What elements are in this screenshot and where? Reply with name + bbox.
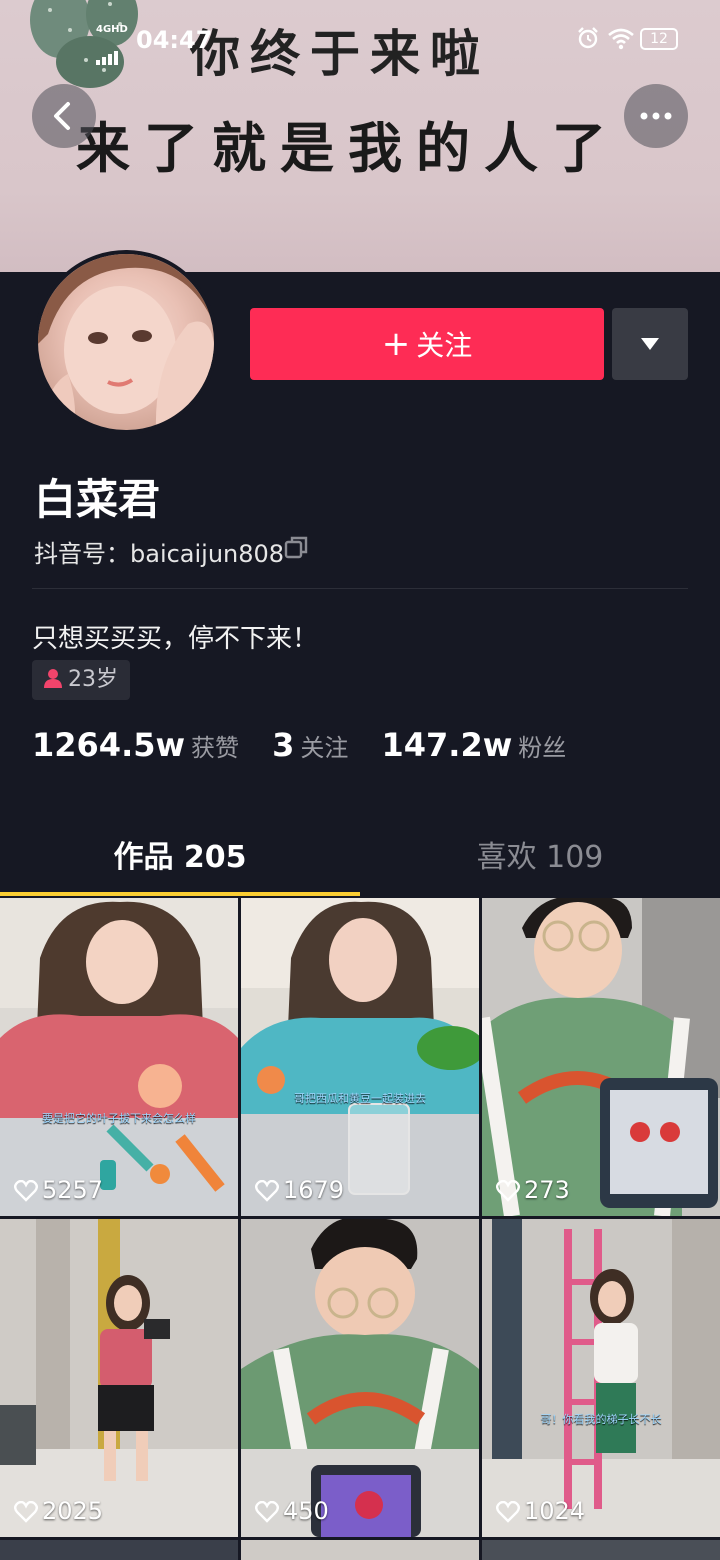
nickname: 白菜君 <box>34 475 161 524</box>
video-tile[interactable] <box>241 1540 479 1560</box>
heart-icon <box>255 1179 279 1202</box>
stat-value: 147.2w <box>381 726 513 764</box>
age-label: 23岁 <box>68 667 118 692</box>
recommend-dropdown-button[interactable] <box>612 308 688 380</box>
signal-icon: 4GHD <box>96 24 128 65</box>
video-like-count: 5257 <box>14 1176 103 1204</box>
stat-following[interactable]: 3 关注 <box>272 726 348 764</box>
stat-followers[interactable]: 147.2w 粉丝 <box>382 726 567 764</box>
video-thumbnail <box>241 898 479 1216</box>
like-count-value: 450 <box>283 1497 329 1525</box>
stat-value: 1264.5w <box>32 726 186 764</box>
more-dots-icon <box>640 112 672 120</box>
battery-icon: 12 <box>640 28 678 50</box>
video-like-count: 2025 <box>14 1497 103 1525</box>
account-id: 抖音号：baicaijun808 <box>34 540 285 568</box>
plus-icon: + <box>381 324 411 364</box>
avatar-portrait <box>38 254 214 430</box>
video-tile[interactable]: 2025 <box>0 1219 238 1537</box>
wifi-icon <box>608 28 634 50</box>
heart-icon <box>14 1500 38 1523</box>
alarm-icon <box>578 27 598 49</box>
avatar[interactable] <box>34 250 218 434</box>
chevron-left-icon <box>54 102 70 130</box>
network-type: 4GHD <box>96 24 128 35</box>
heart-icon <box>496 1179 520 1202</box>
video-caption: 哥把西瓜和黄豆一起装进去 <box>294 1092 426 1105</box>
status-time: 04:47 <box>136 26 213 54</box>
banner-text-line2: 来了就是我的人了 <box>76 117 620 180</box>
follow-label: 关注 <box>416 329 473 362</box>
stat-label: 关注 <box>300 734 349 762</box>
like-count-value: 1024 <box>524 1497 586 1525</box>
tab-indicator <box>0 892 360 896</box>
video-tile[interactable]: 哥把西瓜和黄豆一起装进去 1679 <box>241 898 479 1216</box>
video-tile[interactable]: 450 <box>241 1219 479 1537</box>
video-thumbnail <box>482 898 720 1216</box>
video-tile[interactable]: 哥！你看我的梯子长不长 1024 <box>482 1219 720 1537</box>
heart-icon <box>255 1500 279 1523</box>
like-count-value: 273 <box>524 1176 570 1204</box>
bio: 只想买买买，停不下来！ <box>32 624 319 654</box>
video-thumbnail <box>241 1219 479 1537</box>
video-like-count: 273 <box>496 1176 570 1204</box>
stats-row: 1264.5w 获赞 3 关注 147.2w 粉丝 <box>32 726 594 772</box>
status-bar: 4GHD 04:47 12 <box>0 22 720 65</box>
video-tile[interactable] <box>482 1540 720 1560</box>
video-tile[interactable]: 273 <box>482 898 720 1216</box>
age-tag: 23岁 <box>32 660 130 700</box>
stat-label: 粉丝 <box>518 734 567 762</box>
video-like-count: 1024 <box>496 1497 585 1525</box>
stat-label: 获赞 <box>191 734 240 762</box>
copy-icon[interactable] <box>284 534 310 560</box>
video-thumbnail <box>482 1219 720 1537</box>
stat-likes[interactable]: 1264.5w 获赞 <box>32 726 239 764</box>
more-options-button[interactable] <box>624 84 688 148</box>
heart-icon <box>496 1500 520 1523</box>
like-count-value: 2025 <box>42 1497 104 1525</box>
back-button[interactable] <box>32 84 96 148</box>
video-caption: 哥！你看我的梯子长不长 <box>540 1413 662 1426</box>
follow-button[interactable]: + 关注 <box>250 308 604 380</box>
content-tabs: 作品 205 喜欢 109 <box>0 822 720 898</box>
video-like-count: 1679 <box>255 1176 344 1204</box>
profile-page: 你终于来啦 来了就是我的人了 4GHD 04:47 12 + 关注 白菜君 抖音… <box>0 0 720 1560</box>
video-tile[interactable] <box>0 1540 238 1560</box>
video-thumbnail <box>0 898 238 1216</box>
divider <box>32 588 688 589</box>
tab-likes[interactable]: 喜欢 109 <box>360 822 720 894</box>
female-icon <box>44 669 62 688</box>
triangle-down-icon <box>641 338 659 350</box>
stat-value: 3 <box>272 726 295 764</box>
video-thumbnail <box>0 1219 238 1537</box>
heart-icon <box>14 1179 38 1202</box>
video-caption: 要是把它的叶子拔下来会怎么样 <box>42 1112 196 1125</box>
like-count-value: 5257 <box>42 1176 104 1204</box>
tab-works[interactable]: 作品 205 <box>0 822 360 894</box>
like-count-value: 1679 <box>283 1176 345 1204</box>
video-like-count: 450 <box>255 1497 329 1525</box>
video-tile[interactable]: 要是把它的叶子拔下来会怎么样 5257 <box>0 898 238 1216</box>
